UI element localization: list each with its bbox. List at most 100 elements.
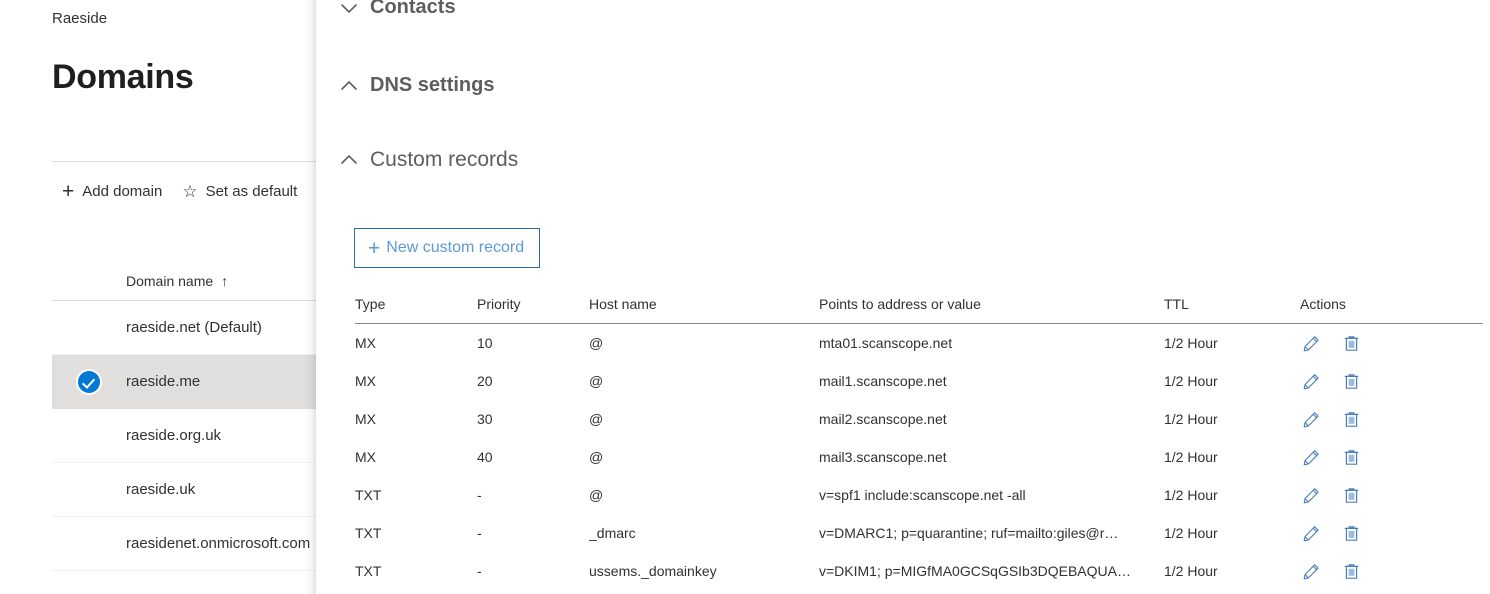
domain-list-header: Domain name ↑ — [52, 262, 228, 300]
breadcrumb[interactable]: Raeside — [52, 10, 107, 27]
cell-host: @ — [589, 449, 604, 465]
plus-icon: + — [368, 236, 381, 260]
domain-name: raesidenet.onmicrosoft.com — [126, 535, 311, 552]
section-header-contacts[interactable]: Contacts — [338, 0, 456, 19]
list-item[interactable]: raeside.org.uk — [52, 409, 316, 463]
cell-type: MX — [355, 411, 376, 427]
delete-record-button[interactable] — [1341, 447, 1361, 467]
cell-host: @ — [589, 335, 604, 351]
cell-value: autodiscover.outlook.com — [819, 590, 1164, 594]
cell-ttl: 1 Hour — [1164, 590, 1300, 594]
toolbar-top-divider — [52, 161, 316, 162]
add-domain-label: Add domain — [82, 182, 163, 200]
edit-record-button[interactable] — [1301, 485, 1321, 505]
delete-record-button[interactable] — [1341, 485, 1361, 505]
set-as-default-label: Set as default — [205, 182, 298, 200]
chevron-up-icon — [338, 75, 360, 97]
chevron-up-icon — [338, 149, 360, 171]
cell-ttl: 1/2 Hour — [1164, 449, 1218, 465]
cell-type: TXT — [355, 525, 382, 541]
edit-record-button[interactable] — [1301, 409, 1321, 429]
column-header-host[interactable]: Host name — [589, 296, 819, 324]
cell-priority: 20 — [477, 373, 493, 389]
table-row[interactable]: TXT - ussems._domainkey v=DKIM1; p=MIGfM… — [355, 552, 1483, 590]
new-custom-record-button[interactable]: + New custom record — [354, 228, 541, 268]
delete-record-button[interactable] — [1341, 523, 1361, 543]
list-item[interactable]: raesidenet.onmicrosoft.com — [52, 517, 316, 571]
cell-actions — [1300, 438, 1483, 476]
edit-record-button[interactable] — [1301, 333, 1321, 353]
section-label: DNS settings — [370, 74, 495, 96]
cell-value: mta01.scanscope.net — [819, 335, 953, 351]
delete-record-button[interactable] — [1341, 409, 1361, 429]
cell-priority: - — [477, 590, 589, 594]
cell-ttl: 1/2 Hour — [1164, 525, 1218, 541]
cell-value: mail2.scanscope.net — [819, 411, 947, 427]
cell-actions — [1300, 324, 1483, 363]
cell-type: MX — [355, 335, 376, 351]
row-actions — [1300, 561, 1483, 581]
column-header-ttl[interactable]: TTL — [1164, 296, 1300, 324]
checkmark-icon — [78, 370, 100, 393]
column-header-actions: Actions — [1300, 296, 1483, 324]
section-label: Custom records — [370, 148, 519, 171]
table-header-row: Type Priority Host name Points to addres… — [355, 296, 1483, 324]
edit-record-button[interactable] — [1301, 371, 1321, 391]
row-actions — [1300, 447, 1483, 467]
custom-records-table: Type Priority Host name Points to addres… — [355, 296, 1483, 594]
cell-host: ussems._domainkey — [589, 563, 717, 579]
records-table-body: MX 10 @ mta01.scanscope.net 1/2 Hour MX … — [355, 324, 1483, 594]
cell-ttl: 1/2 Hour — [1164, 373, 1218, 389]
cell-ttl: 1/2 Hour — [1164, 335, 1218, 351]
cell-priority: 30 — [477, 411, 493, 427]
list-item[interactable]: raeside.me — [52, 355, 316, 409]
column-header-type[interactable]: Type — [355, 296, 477, 324]
cell-actions — [1300, 362, 1483, 400]
row-actions — [1300, 409, 1483, 429]
section-header-custom-records[interactable]: Custom records — [338, 148, 518, 172]
table-row[interactable]: MX 30 @ mail2.scanscope.net 1/2 Hour — [355, 400, 1483, 438]
cell-value: v=DMARC1; p=quarantine; ruf=mailto:giles… — [819, 525, 1119, 541]
cell-ttl: 1/2 Hour — [1164, 487, 1218, 503]
row-actions — [1300, 523, 1483, 543]
column-header-domain-name[interactable]: Domain name ↑ — [126, 273, 228, 289]
delete-record-button[interactable] — [1341, 333, 1361, 353]
section-label: Contacts — [370, 0, 456, 18]
set-as-default-button[interactable]: ☆ Set as default — [172, 173, 307, 209]
cell-host: _dmarc — [589, 525, 636, 541]
cell-host: autodiscover — [589, 590, 819, 594]
domains-list-page: Raeside Domains + Add domain ☆ Set as de… — [0, 0, 316, 594]
table-row[interactable]: MX 20 @ mail1.scanscope.net 1/2 Hour — [355, 362, 1483, 400]
add-domain-button[interactable]: + Add domain — [52, 173, 172, 209]
table-row[interactable]: TXT - @ v=spf1 include:scanscope.net -al… — [355, 476, 1483, 514]
chevron-down-icon — [338, 0, 360, 19]
page-title: Domains — [52, 58, 194, 96]
cell-ttl: 1/2 Hour — [1164, 563, 1218, 579]
plus-icon: + — [62, 179, 75, 203]
cell-type: CNAME — [355, 590, 477, 594]
cell-actions — [1300, 590, 1483, 594]
table-row[interactable]: MX 40 @ mail3.scanscope.net 1/2 Hour — [355, 438, 1483, 476]
star-icon: ☆ — [182, 181, 198, 201]
edit-record-button[interactable] — [1301, 447, 1321, 467]
column-header-priority[interactable]: Priority — [477, 296, 589, 324]
row-actions — [1300, 371, 1483, 391]
column-header-domain-name-label: Domain name — [126, 273, 214, 289]
table-row[interactable]: MX 10 @ mta01.scanscope.net 1/2 Hour — [355, 324, 1483, 363]
cell-priority: - — [477, 487, 482, 503]
list-item[interactable]: raeside.net (Default) — [52, 301, 316, 355]
list-item[interactable]: raeside.uk — [52, 463, 316, 517]
cell-priority: 10 — [477, 335, 493, 351]
column-header-value[interactable]: Points to address or value — [819, 296, 1164, 324]
section-header-dns-settings[interactable]: DNS settings — [338, 74, 494, 97]
delete-record-button[interactable] — [1341, 371, 1361, 391]
edit-record-button[interactable] — [1301, 561, 1321, 581]
command-bar: + Add domain ☆ Set as default — [52, 172, 307, 210]
table-row[interactable]: CNAME - autodiscover autodiscover.outloo… — [355, 590, 1483, 594]
table-row[interactable]: TXT - _dmarc v=DMARC1; p=quarantine; ruf… — [355, 514, 1483, 552]
domain-name: raeside.uk — [126, 481, 196, 498]
delete-record-button[interactable] — [1341, 561, 1361, 581]
cell-type: MX — [355, 449, 376, 465]
edit-record-button[interactable] — [1301, 523, 1321, 543]
row-check-slot[interactable] — [52, 370, 126, 393]
